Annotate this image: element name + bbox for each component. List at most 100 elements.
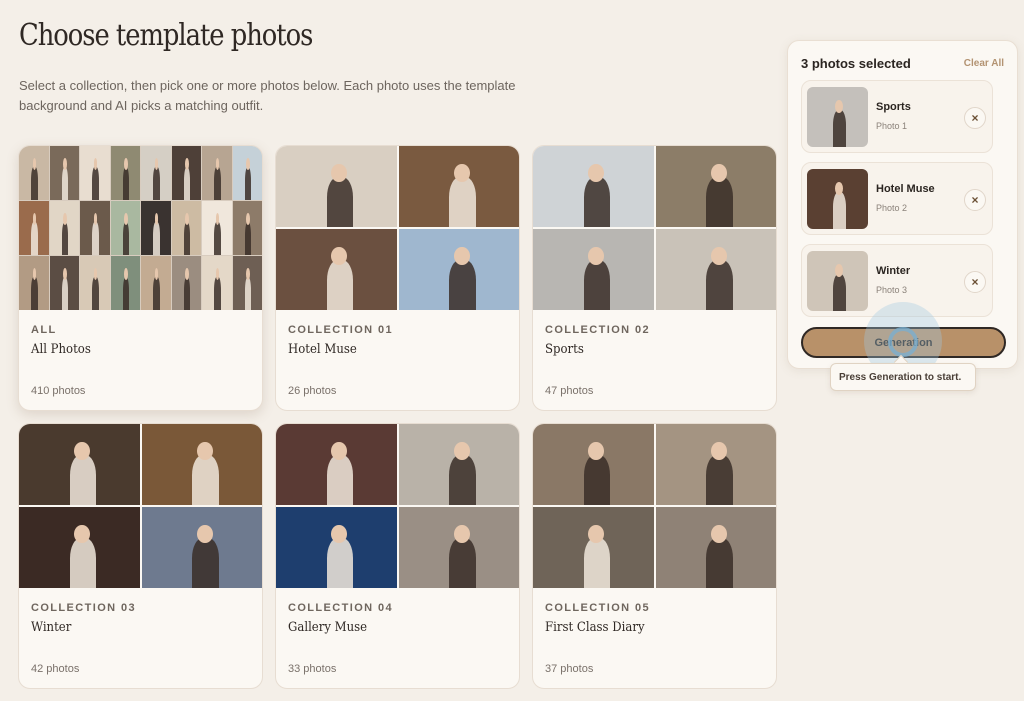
model-head xyxy=(331,441,348,460)
model-figure xyxy=(449,176,476,227)
photo-tile xyxy=(171,146,201,200)
photo-tile xyxy=(533,507,654,588)
photo-tile xyxy=(19,507,140,588)
collection-eyebrow: COLLECTION 02 xyxy=(545,324,650,336)
clear-all-button[interactable]: Clear All xyxy=(964,58,1004,69)
photo-tile xyxy=(655,507,776,588)
collection-eyebrow: ALL xyxy=(31,324,57,336)
photo-tile xyxy=(141,256,171,310)
model-figure xyxy=(69,454,97,505)
photo-tile xyxy=(141,201,171,255)
model-figure xyxy=(183,221,191,255)
selected-photo-label: Photo 2 xyxy=(876,203,908,213)
model-head xyxy=(124,212,128,225)
selected-photo-label: Photo 1 xyxy=(876,121,908,131)
model-figure xyxy=(583,259,611,310)
photo-tile xyxy=(276,229,397,310)
photo-tile xyxy=(202,201,232,255)
model-figure xyxy=(31,221,38,255)
selected-photo-collection: Hotel Muse xyxy=(876,183,935,195)
photo-tile xyxy=(141,146,171,200)
remove-photo-button[interactable]: × xyxy=(964,271,986,293)
collection-thumbnail xyxy=(533,424,776,588)
photo-tile xyxy=(141,507,262,588)
collection-thumbnail xyxy=(19,146,262,310)
photo-tile xyxy=(19,201,49,255)
collection-thumbnail xyxy=(276,146,519,310)
model-head xyxy=(185,212,189,225)
collection-card-gallery-muse[interactable]: COLLECTION 04 Gallery Muse 33 photos xyxy=(275,423,520,689)
photo-tile xyxy=(398,507,519,588)
model-figure xyxy=(92,166,99,200)
photo-tile xyxy=(398,146,519,227)
model-head xyxy=(331,246,348,265)
model-head xyxy=(710,163,727,182)
model-figure xyxy=(583,537,611,588)
photo-tile xyxy=(80,146,110,200)
selected-photo-item: Sports Photo 1 × xyxy=(801,80,993,153)
photo-tile xyxy=(276,146,397,227)
model-figure xyxy=(214,276,221,310)
model-figure xyxy=(326,454,354,505)
photo-tile xyxy=(807,169,868,229)
photo-tile xyxy=(276,424,397,505)
selected-photo-collection: Winter xyxy=(876,265,911,277)
generation-tooltip: Press Generation to start. xyxy=(830,363,976,391)
photo-tile xyxy=(655,229,776,310)
model-head xyxy=(453,246,470,265)
model-head xyxy=(331,163,348,182)
photo-tile xyxy=(807,251,868,311)
collection-card-first-class-diary[interactable]: COLLECTION 05 First Class Diary 37 photo… xyxy=(532,423,777,689)
photo-tile xyxy=(533,229,654,310)
photo-tile xyxy=(655,146,776,227)
collection-card-winter[interactable]: COLLECTION 03 Winter 42 photos xyxy=(18,423,263,689)
model-head xyxy=(453,441,470,460)
model-figure xyxy=(706,537,733,588)
collection-card-hotel-muse[interactable]: COLLECTION 01 Hotel Muse 26 photos xyxy=(275,145,520,411)
model-head xyxy=(63,267,67,280)
model-figure xyxy=(122,276,130,310)
collection-thumbnail xyxy=(533,146,776,310)
model-head xyxy=(124,267,128,280)
model-head xyxy=(246,267,250,280)
collection-photo-count: 33 photos xyxy=(288,663,337,675)
collection-card-all[interactable]: ALL All Photos 410 photos xyxy=(18,145,263,411)
model-figure xyxy=(122,221,130,255)
model-figure xyxy=(832,273,847,311)
model-head xyxy=(74,524,91,543)
model-figure xyxy=(92,221,99,255)
model-figure xyxy=(326,537,354,588)
photo-tile xyxy=(232,146,262,200)
photo-tile xyxy=(398,424,519,505)
model-head xyxy=(63,157,67,170)
collection-card-sports[interactable]: COLLECTION 02 Sports 47 photos xyxy=(532,145,777,411)
collection-title: All Photos xyxy=(31,342,91,357)
model-head xyxy=(588,163,605,182)
model-head xyxy=(185,157,189,170)
photo-tile xyxy=(19,146,49,200)
collection-title: Sports xyxy=(545,342,584,357)
click-indicator-ring xyxy=(888,327,918,357)
model-figure xyxy=(832,191,847,229)
remove-photo-button[interactable]: × xyxy=(964,107,986,129)
remove-photo-button[interactable]: × xyxy=(964,189,986,211)
photo-tile xyxy=(80,201,110,255)
collection-grid: ALL All Photos 410 photos COLLECTION 01 … xyxy=(18,145,777,689)
model-figure xyxy=(214,221,221,255)
model-figure xyxy=(192,454,219,505)
model-figure xyxy=(832,109,847,147)
photo-tile xyxy=(655,424,776,505)
photo-quad xyxy=(19,424,262,588)
model-head xyxy=(246,157,250,170)
collection-eyebrow: COLLECTION 04 xyxy=(288,602,393,614)
model-head xyxy=(63,212,67,225)
model-head xyxy=(710,246,727,265)
model-figure xyxy=(31,166,38,200)
photo-tile xyxy=(110,256,140,310)
model-head xyxy=(710,441,727,460)
model-figure xyxy=(449,537,476,588)
selected-photo-label: Photo 3 xyxy=(876,285,908,295)
photo-tile xyxy=(80,256,110,310)
photo-tile xyxy=(202,256,232,310)
model-head xyxy=(453,163,470,182)
